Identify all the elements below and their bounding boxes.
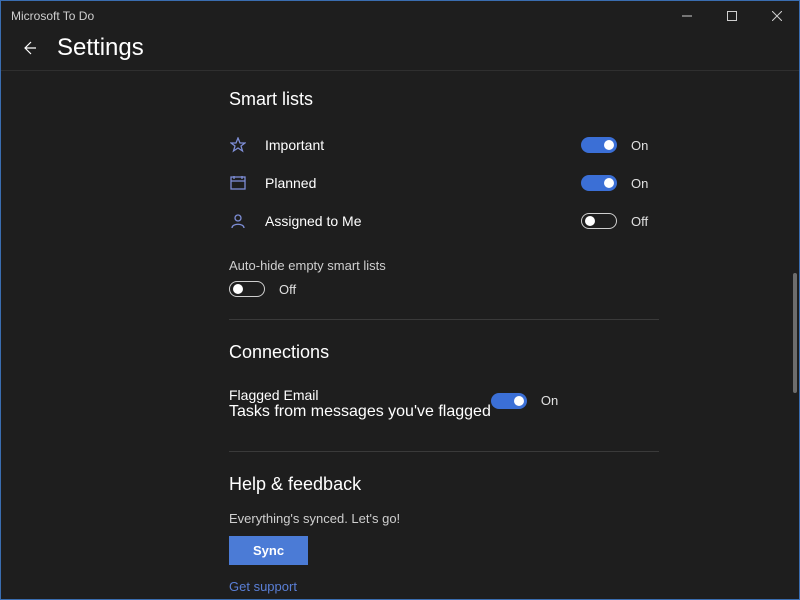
smart-list-important: Important On xyxy=(229,126,659,164)
connection-label: Flagged Email xyxy=(229,387,491,403)
toggle-state: On xyxy=(541,393,569,408)
section-smart-lists-title: Smart lists xyxy=(229,89,659,110)
toggle-state: On xyxy=(631,176,659,191)
section-connections-title: Connections xyxy=(229,342,659,363)
toggle-planned[interactable] xyxy=(581,175,617,191)
auto-hide-label: Auto-hide empty smart lists xyxy=(229,258,659,273)
section-help-title: Help & feedback xyxy=(229,474,659,495)
minimize-button[interactable] xyxy=(664,1,709,31)
back-icon[interactable] xyxy=(19,38,39,58)
toggle-state: On xyxy=(631,138,659,153)
person-icon xyxy=(229,212,247,230)
titlebar: Microsoft To Do xyxy=(1,1,799,31)
smart-list-label: Planned xyxy=(265,175,316,191)
toggle-state: Off xyxy=(631,214,659,229)
maximize-button[interactable] xyxy=(709,1,754,31)
toggle-auto-hide[interactable] xyxy=(229,281,265,297)
divider xyxy=(229,319,659,320)
close-button[interactable] xyxy=(754,1,799,31)
smart-list-planned: Planned On xyxy=(229,164,659,202)
toggle-assigned[interactable] xyxy=(581,213,617,229)
toggle-important[interactable] xyxy=(581,137,617,153)
toggle-flagged-email[interactable] xyxy=(491,393,527,409)
star-icon xyxy=(229,136,247,154)
smart-list-label: Important xyxy=(265,137,324,153)
calendar-icon xyxy=(229,174,247,192)
connection-sub: Tasks from messages you've flagged xyxy=(229,403,491,421)
sync-button[interactable]: Sync xyxy=(229,536,308,565)
toggle-state: Off xyxy=(279,282,307,297)
scrollbar[interactable] xyxy=(793,273,797,393)
window-title: Microsoft To Do xyxy=(11,9,94,23)
page-title: Settings xyxy=(57,34,144,62)
smart-list-label: Assigned to Me xyxy=(265,213,362,229)
connection-flagged-email: Flagged Email Tasks from messages you've… xyxy=(229,379,659,429)
page-header: Settings xyxy=(1,31,799,71)
smart-list-assigned: Assigned to Me Off xyxy=(229,202,659,240)
sync-status: Everything's synced. Let's go! xyxy=(229,511,659,526)
divider xyxy=(229,451,659,452)
link-get-support[interactable]: Get support xyxy=(229,579,659,594)
